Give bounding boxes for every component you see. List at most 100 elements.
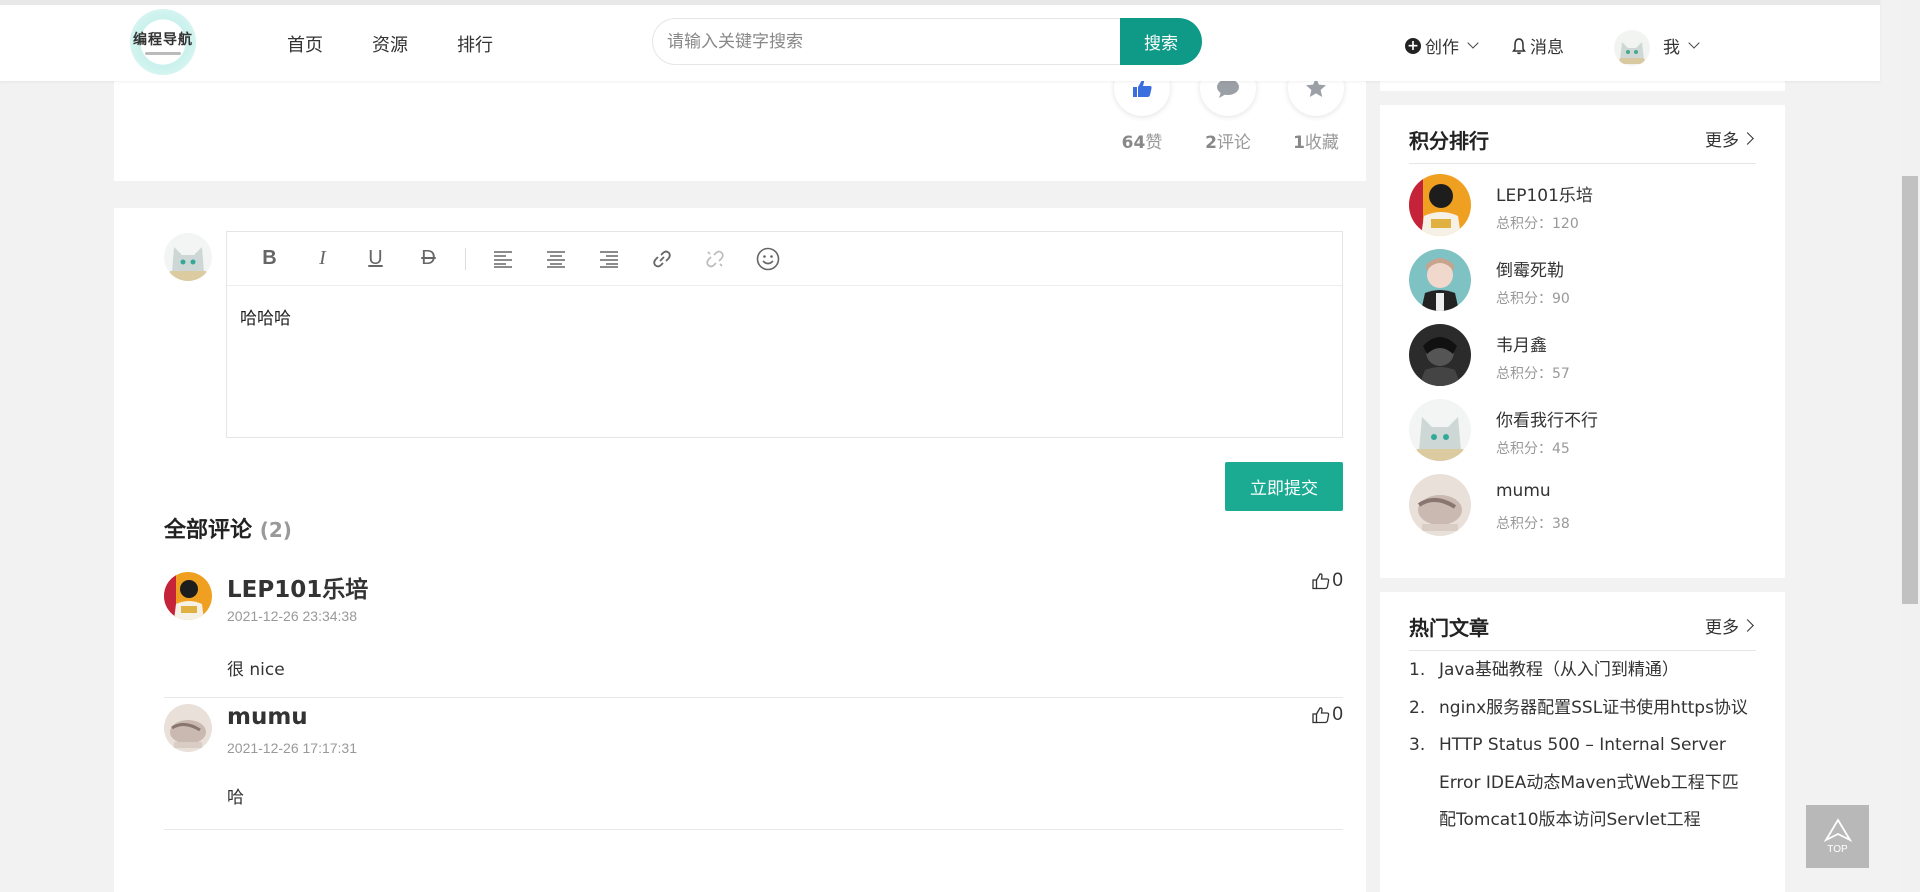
arrow-up-icon xyxy=(1823,818,1852,843)
nav-resources[interactable]: 资源 xyxy=(372,31,408,57)
messages-link[interactable]: 消息 xyxy=(1512,33,1564,58)
commenter-name[interactable]: LEP101乐培 xyxy=(227,570,368,604)
commenter-avatar[interactable] xyxy=(164,572,212,620)
align-right-icon xyxy=(599,250,618,268)
ranking-avatar xyxy=(1409,249,1471,311)
create-label: 创作 xyxy=(1425,38,1459,58)
comment-text: 很 nice xyxy=(227,660,285,680)
comment-time: 2021-12-26 23:34:38 xyxy=(227,608,357,624)
comment-count: 2评论 xyxy=(1205,133,1251,153)
ranking-name: 倒霉死勒 xyxy=(1496,261,1564,281)
comment-like-button[interactable]: 0 xyxy=(1312,570,1343,592)
comment-time: 2021-12-26 17:17:31 xyxy=(227,740,357,756)
ranking-item[interactable]: 你看我行不行 总积分：45 xyxy=(1409,399,1749,465)
ranking-title: 积分排行 xyxy=(1409,129,1489,153)
hot-articles-divider xyxy=(1409,650,1756,651)
hot-articles-card: 热门文章 更多 1. Java基础教程（从入门到精通） 2. nginx服务器配置S… xyxy=(1380,592,1785,892)
ranking-score: 总积分：90 xyxy=(1496,291,1570,307)
ranking-avatar xyxy=(1409,324,1471,386)
ranking-divider xyxy=(1409,163,1756,164)
scrollbar-thumb[interactable] xyxy=(1902,176,1918,604)
unlink-icon xyxy=(705,250,724,267)
comment-like-count: 0 xyxy=(1332,704,1343,725)
comment-item: LEP101乐培 2021-12-26 23:34:38 很 nice 0 xyxy=(164,570,1343,680)
nav-home[interactable]: 首页 xyxy=(287,31,323,57)
chevron-right-icon xyxy=(1741,619,1754,632)
chevron-right-icon xyxy=(1741,132,1754,145)
create-menu[interactable]: + 创作 xyxy=(1405,33,1479,58)
search-input[interactable] xyxy=(653,19,1122,64)
strikethrough-button[interactable]: D xyxy=(402,243,455,275)
me-menu[interactable]: 我 xyxy=(1663,33,1700,58)
comment-item: mumu 2021-12-26 17:17:31 哈 0 xyxy=(164,698,1343,808)
underline-button[interactable]: U xyxy=(349,243,402,275)
hot-article-title[interactable]: HTTP Status 500 – Internal Server Error … xyxy=(1439,735,1739,830)
plus-icon: + xyxy=(1405,37,1421,54)
comment-divider xyxy=(164,829,1343,830)
editor-toolbar: B I U D xyxy=(227,232,1342,286)
favorite-count: 1收藏 xyxy=(1293,133,1339,153)
hot-article-item[interactable]: 2. nginx服务器配置SSL证书使用https协议 xyxy=(1409,690,1754,728)
align-center-icon xyxy=(546,250,565,268)
all-comments-heading: 全部评论 (2) xyxy=(164,518,292,543)
site-logo[interactable]: 编程导航 xyxy=(130,9,196,75)
ranking-item[interactable]: mumu 总积分：38 xyxy=(1409,474,1749,540)
comment-text: 哈 xyxy=(227,788,244,808)
editor-content[interactable]: 哈哈哈 xyxy=(227,286,1342,347)
ranking-name: mumu xyxy=(1496,481,1551,501)
hot-articles-list: 1. Java基础教程（从入门到精通） 2. nginx服务器配置SSL证书使用ht… xyxy=(1409,652,1754,840)
search-box xyxy=(652,18,1122,65)
italic-button[interactable]: I xyxy=(296,243,349,275)
like-count: 64赞 xyxy=(1121,133,1163,153)
ranking-item[interactable]: LEP101乐培 总积分：120 xyxy=(1409,174,1749,240)
chevron-down-icon xyxy=(1467,37,1479,49)
insert-link-button[interactable] xyxy=(635,243,688,275)
commenter-avatar[interactable] xyxy=(164,704,212,752)
me-label: 我 xyxy=(1663,38,1680,58)
ranking-avatar xyxy=(1409,174,1471,236)
hot-article-title[interactable]: nginx服务器配置SSL证书使用https协议 xyxy=(1439,698,1748,718)
nav-ranking[interactable]: 排行 xyxy=(457,31,493,57)
thumbs-up-outline-icon xyxy=(1312,707,1330,724)
align-center-button[interactable] xyxy=(529,243,582,275)
comment-like-count: 0 xyxy=(1332,570,1343,591)
back-to-top-button[interactable]: TOP xyxy=(1806,805,1869,868)
bold-button[interactable]: B xyxy=(243,243,296,275)
ranking-item[interactable]: 韦月鑫 总积分：57 xyxy=(1409,324,1749,390)
points-ranking-card: 积分排行 更多 LEP101乐培 总积分：120 倒霉死勒 总积分：90 韦月鑫… xyxy=(1380,105,1785,578)
user-avatar[interactable] xyxy=(1614,30,1650,66)
submit-comment-button[interactable]: 立即提交 xyxy=(1225,462,1343,511)
thumbs-up-outline-icon xyxy=(1312,573,1330,590)
logo-text: 编程导航 xyxy=(133,32,193,48)
messages-label: 消息 xyxy=(1530,38,1564,58)
hot-article-title[interactable]: Java基础教程（从入门到精通） xyxy=(1439,660,1679,680)
hot-articles-more-link[interactable]: 更多 xyxy=(1705,613,1754,638)
ranking-item[interactable]: 倒霉死勒 总积分：90 xyxy=(1409,249,1749,315)
back-to-top-label: TOP xyxy=(1827,844,1848,855)
ranking-avatar xyxy=(1409,474,1471,536)
hot-article-item[interactable]: 1. Java基础教程（从入门到精通） xyxy=(1409,652,1754,690)
chevron-down-icon xyxy=(1688,37,1700,49)
top-navbar: 编程导航 首页 资源 排行 搜索 + 创作 消息 我 xyxy=(0,0,1880,81)
comment-total: (2) xyxy=(259,518,292,542)
ranking-score: 总积分：57 xyxy=(1496,366,1570,382)
ranking-more-link[interactable]: 更多 xyxy=(1705,126,1754,151)
align-left-button[interactable] xyxy=(476,243,529,275)
ranking-score: 总积分：120 xyxy=(1496,216,1579,232)
logo-underline xyxy=(145,52,181,55)
commenter-name[interactable]: mumu xyxy=(227,704,308,730)
align-left-icon xyxy=(493,250,512,268)
comment-editor: B I U D 哈哈哈 xyxy=(226,231,1343,438)
toolbar-divider xyxy=(465,247,466,270)
ranking-score: 总积分：45 xyxy=(1496,441,1570,457)
ranking-avatar xyxy=(1409,399,1471,461)
ranking-name: LEP101乐培 xyxy=(1496,186,1593,206)
unlink-button[interactable] xyxy=(688,243,741,275)
emoji-button[interactable] xyxy=(741,243,794,275)
hot-article-item[interactable]: 3. HTTP Status 500 – Internal Server Erro… xyxy=(1409,727,1754,840)
hot-articles-title: 热门文章 xyxy=(1409,616,1489,640)
align-right-button[interactable] xyxy=(582,243,635,275)
comment-like-button[interactable]: 0 xyxy=(1312,704,1343,726)
current-user-avatar xyxy=(164,233,212,281)
search-button[interactable]: 搜索 xyxy=(1120,18,1202,65)
